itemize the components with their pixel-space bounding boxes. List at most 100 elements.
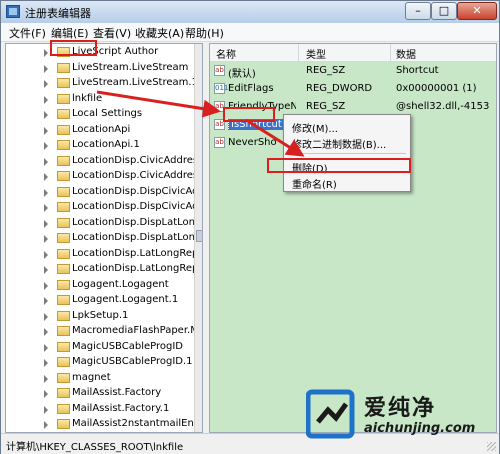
tree-scrollbar-thumb[interactable]	[196, 230, 202, 242]
tree-item-label: LocationDisp.DispCivicAddre	[72, 201, 203, 212]
expand-arrow-icon[interactable]	[44, 266, 48, 274]
expand-arrow-icon[interactable]	[44, 343, 48, 352]
tree-item[interactable]: LocationApi	[6, 123, 196, 138]
status-path: 计算机\HKEY_CLASSES_ROOT\lnkfile	[6, 442, 184, 453]
menu-item-modify-binary[interactable]: 修改二进制数据(B)...	[292, 136, 386, 151]
expand-arrow-icon[interactable]	[44, 359, 48, 367]
folder-icon	[57, 186, 70, 197]
value-name: (默认)	[228, 65, 296, 80]
menu-favorites[interactable]: 收藏夹(A)	[135, 25, 184, 41]
expand-arrow-icon[interactable]	[44, 328, 48, 336]
tree-item[interactable]: LiveStream.LiveStream	[6, 61, 196, 76]
tree-item[interactable]: LpkSetup.1	[6, 309, 196, 324]
expand-arrow-icon[interactable]	[44, 157, 48, 166]
expand-arrow-icon[interactable]	[44, 126, 48, 135]
menu-item-rename[interactable]: 重命名(R)	[292, 176, 337, 191]
tree-item[interactable]: LiveStream.LiveStream.1	[6, 76, 198, 91]
expand-arrow-icon[interactable]	[44, 374, 48, 383]
folder-icon	[57, 341, 70, 352]
tree-item[interactable]: LocationDisp.CivicAddressRe	[6, 169, 202, 184]
value-type: REG_DWORD	[306, 83, 373, 94]
tree-item-label: MagicUSBCableProgID	[72, 340, 183, 352]
column-header-name[interactable]: 名称	[216, 46, 236, 61]
value-data: Shortcut	[396, 65, 439, 76]
expand-arrow-icon[interactable]	[44, 49, 48, 57]
tree-item-label: LocationDisp.CivicAddressRe	[72, 154, 203, 166]
column-divider[interactable]	[298, 44, 299, 61]
tree-item[interactable]: Local Settings	[6, 107, 196, 122]
tree-item[interactable]: MailAssist.Factory	[6, 386, 196, 401]
tree-item-label: MailAssist.Factory.1	[72, 402, 170, 414]
tree-item-label: lnkfile	[72, 92, 103, 104]
tree-item[interactable]: LocationDisp.DispLatLongRe	[6, 231, 202, 246]
close-button[interactable]: ✕	[457, 2, 497, 20]
tree-item[interactable]: Logagent.Logagent	[6, 278, 196, 293]
title-bar[interactable]: 注册表编辑器 – □ ✕	[1, 1, 499, 24]
column-header-data[interactable]: 数据	[396, 46, 416, 61]
menu-view[interactable]: 查看(V)	[93, 25, 131, 41]
value-data: @shell32.dll,-4153	[396, 101, 490, 112]
tree-item[interactable]: LocationDisp.LatLongReport	[6, 247, 202, 262]
tree-item[interactable]: MailAssist2nstantmailEntry	[6, 417, 202, 432]
tree-item[interactable]: Logagent.Logagent.1	[6, 293, 196, 308]
tree-item[interactable]: LocationDisp.CivicAddressRe	[6, 154, 202, 169]
string-value-icon: ab	[214, 65, 225, 76]
maximize-button[interactable]: □	[431, 2, 457, 20]
string-value-icon: ab	[214, 137, 225, 148]
tree-item[interactable]: magnet	[6, 371, 196, 386]
value-list-pane: 名称 类型 数据 ab (默认) REG_SZ Shortcut 011 EditFlag…	[209, 43, 497, 433]
tree-item[interactable]: LocationDisp.DispCivicAddre	[6, 185, 202, 200]
expand-arrow-icon[interactable]	[44, 297, 48, 305]
minimize-button[interactable]: –	[405, 2, 431, 20]
expand-arrow-icon[interactable]	[44, 250, 48, 259]
expand-arrow-icon[interactable]	[44, 95, 48, 104]
list-header: 名称 类型 数据	[210, 44, 496, 62]
tree-item-label: LiveStream.LiveStream.1	[72, 77, 198, 88]
expand-arrow-icon[interactable]	[44, 235, 48, 243]
expand-arrow-icon[interactable]	[44, 281, 48, 290]
expand-arrow-icon[interactable]	[44, 219, 48, 228]
expand-arrow-icon[interactable]	[44, 173, 48, 181]
expand-arrow-icon[interactable]	[44, 421, 48, 429]
tree-item-label: LocationApi.1	[72, 139, 140, 150]
lnkfile-highlight-box	[50, 40, 97, 56]
folder-icon	[57, 279, 70, 290]
tree-item[interactable]: MacromediaFlashPaper.Mac	[6, 324, 202, 339]
expand-arrow-icon[interactable]	[44, 312, 48, 321]
tree-item[interactable]: LocationDisp.DispCivicAddre	[6, 200, 202, 215]
expand-arrow-icon[interactable]	[44, 111, 48, 119]
tree-item[interactable]: MagicUSBCableProgID	[6, 340, 196, 355]
menu-file[interactable]: 文件(F)	[9, 25, 46, 41]
tree-item-label: LocationDisp.LatLongReport	[72, 247, 203, 259]
expand-arrow-icon[interactable]	[44, 64, 48, 73]
tree-item-label: LiveStream.LiveStream	[72, 61, 189, 73]
value-row[interactable]: ab (默认) REG_SZ Shortcut	[210, 62, 496, 80]
tree-item[interactable]: MailAssist.Factory.1	[6, 402, 196, 417]
expand-arrow-icon[interactable]	[44, 405, 48, 414]
tree-item[interactable]: MagicUSBCableProgID.1	[6, 355, 196, 370]
window-title: 注册表编辑器	[25, 7, 91, 20]
expand-arrow-icon[interactable]	[44, 188, 48, 197]
tree-item[interactable]: LocationApi.1	[6, 138, 196, 153]
expand-arrow-icon[interactable]	[44, 80, 48, 88]
tree-item[interactable]: LiveScript Author	[6, 45, 196, 60]
registry-editor-window: 注册表编辑器 – □ ✕ 文件(F) 编辑(E) 查看(V) 收藏夹(A) 帮助…	[0, 0, 500, 454]
tree-item[interactable]: lnkfile	[6, 92, 196, 107]
expand-arrow-icon[interactable]	[44, 390, 48, 398]
menu-item-modify[interactable]: 修改(M)...	[292, 120, 338, 135]
menu-edit[interactable]: 编辑(E)	[51, 25, 89, 41]
value-name: EditFlags	[228, 83, 296, 94]
expand-arrow-icon[interactable]	[44, 204, 48, 212]
column-header-type[interactable]: 类型	[306, 46, 326, 61]
column-divider[interactable]	[390, 44, 391, 61]
value-name-text: NeverSho	[228, 137, 277, 148]
tree-scrollbar[interactable]	[194, 44, 202, 432]
value-row[interactable]: 011 EditFlags REG_DWORD 0x00000001 (1)	[210, 80, 496, 98]
tree-item[interactable]: LocationDisp.LatLongReport	[6, 262, 202, 277]
expand-arrow-icon[interactable]	[44, 142, 48, 150]
value-name-text: EditFlags	[228, 83, 274, 94]
folder-icon	[57, 171, 70, 181]
tree-item[interactable]: LocationDisp.DispLatLongRe	[6, 216, 202, 231]
folder-icon	[57, 217, 70, 228]
menu-help[interactable]: 帮助(H)	[185, 25, 224, 41]
